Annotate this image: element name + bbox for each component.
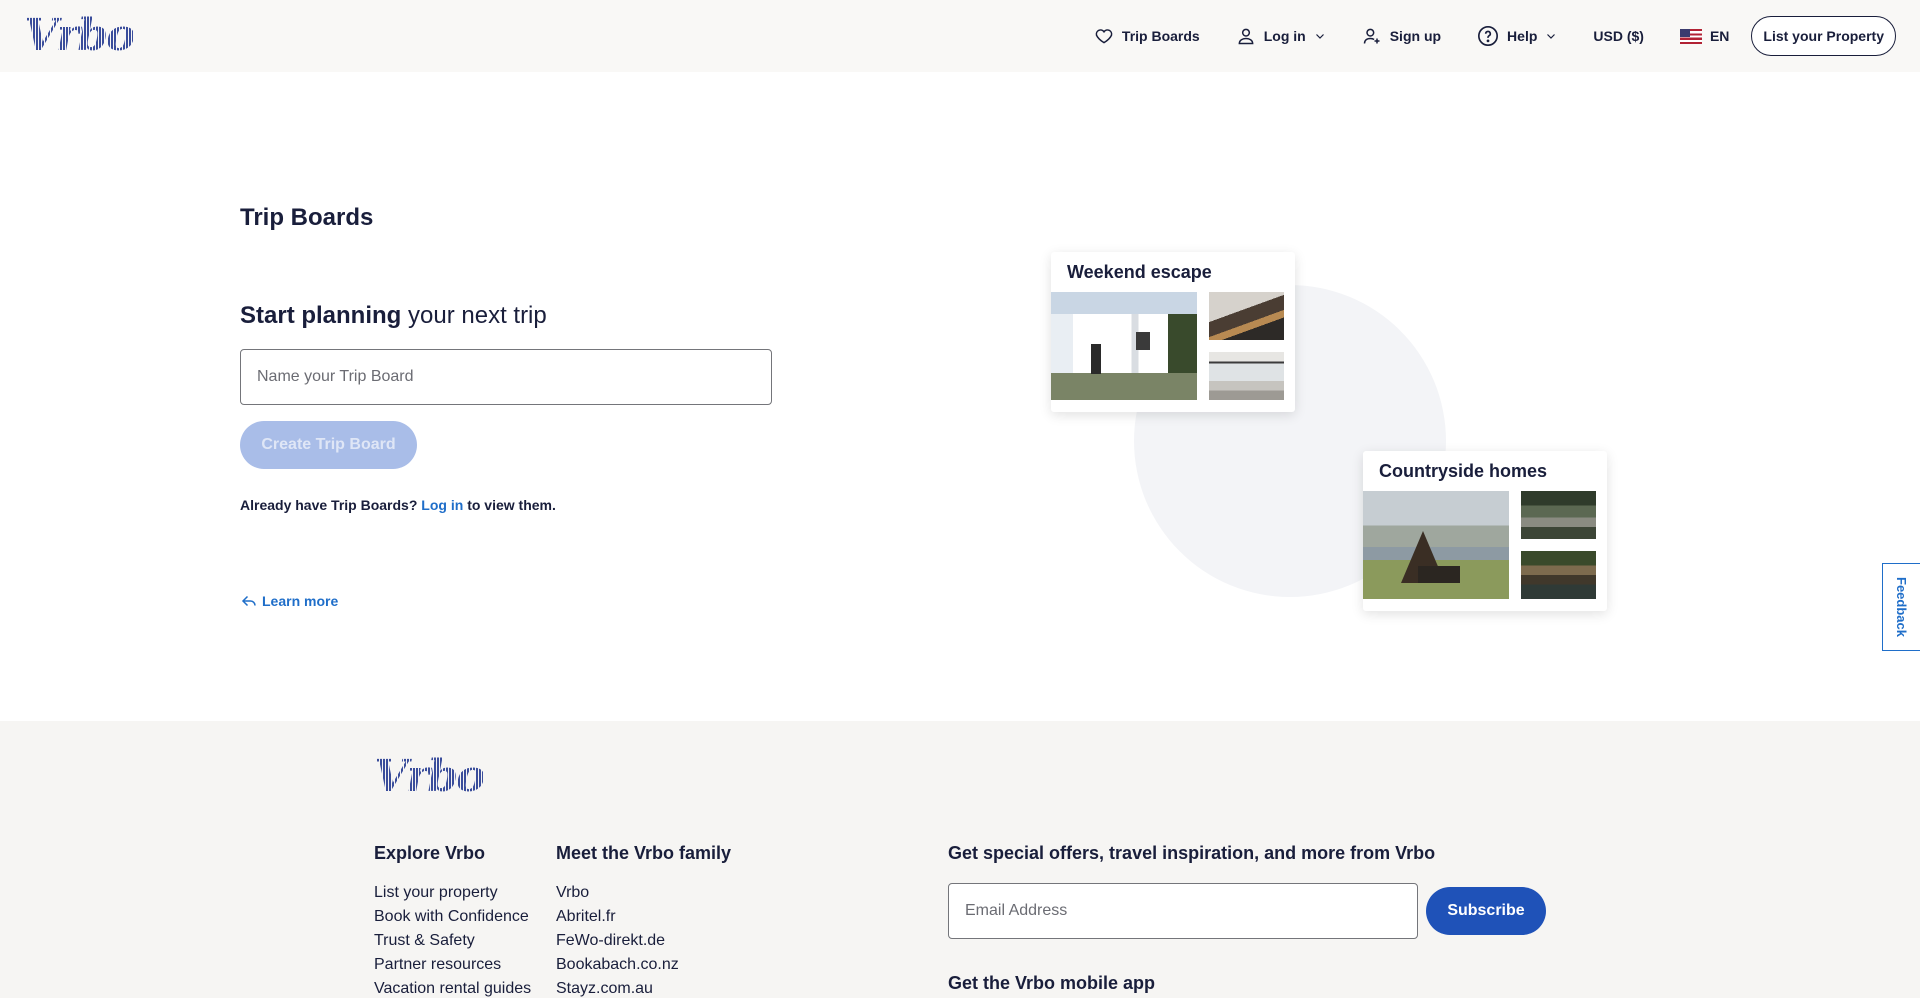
explore-vrbo-column: Explore Vrbo List your property Book wit… [374,843,531,998]
nav-help-label: Help [1507,28,1538,44]
a-frame-cabin-image [1363,491,1509,599]
vrbo-logo[interactable]: Vrbo [24,14,135,58]
feedback-tab[interactable]: Feedback [1882,563,1920,651]
already-have-boards-text: Already have Trip Boards? Log in to view… [240,497,556,513]
footer-link[interactable]: Vacation rental guides [374,977,531,998]
nav-log-in[interactable]: Log in [1236,26,1326,46]
log-in-link[interactable]: Log in [421,497,463,513]
chevron-down-icon [1315,34,1324,39]
footer-link[interactable]: Book with Confidence [374,905,531,929]
vrbo-family-column: Meet the Vrbo family Vrbo Abritel.fr FeW… [556,843,731,998]
plan-heading-rest: your next trip [401,302,547,329]
explore-heading: Explore Vrbo [374,843,486,863]
nav-sign-up-label: Sign up [1389,28,1442,44]
garden-pond-image [1521,551,1596,599]
top-header: Vrbo Trip Boards Log in Sign up Help USD… [0,0,1920,72]
us-flag-icon [1679,28,1702,44]
living-room-image [1209,352,1284,400]
trip-board-name-input[interactable] [240,349,772,405]
email-address-input[interactable] [948,883,1418,939]
newsletter-section: Get special offers, travel inspiration, … [948,843,1435,864]
nav-log-in-label: Log in [1263,28,1306,44]
footer-link[interactable]: Bookabach.co.nz [556,953,731,977]
list-your-property-button[interactable]: List your Property [1751,16,1896,56]
weekend-escape-board-card: Weekend escape [1051,252,1295,412]
help-circle-icon [1478,26,1499,46]
nav-trip-boards[interactable]: Trip Boards [1094,26,1200,46]
vrbo-logo[interactable]: Vrbo [374,755,485,799]
board-title: Weekend escape [1067,262,1212,282]
top-nav: Trip Boards Log in Sign up Help USD ($) … [1058,0,1896,72]
nav-language-label: EN [1709,28,1730,44]
nav-language[interactable]: EN [1679,28,1730,44]
newsletter-heading: Get special offers, travel inspiration, … [948,843,1436,863]
footer-link[interactable]: Partner resources [374,953,531,977]
nav-sign-up[interactable]: Sign up [1362,26,1441,46]
learn-more-label: Learn more [262,593,339,609]
footer-link[interactable]: Vrbo [556,881,731,905]
footer-link[interactable]: Abritel.fr [556,905,731,929]
create-trip-board-button[interactable]: Create Trip Board [240,421,417,469]
already-suffix: to view them. [467,497,556,513]
add-user-icon [1363,28,1380,44]
nav-currency[interactable]: USD ($) [1593,28,1644,44]
mobile-app-heading: Get the Vrbo mobile app [948,973,1156,993]
subscribe-button[interactable]: Subscribe [1426,887,1546,935]
garden-patio-image [1521,491,1596,539]
footer-link[interactable]: FeWo-direkt.de [556,929,731,953]
board-title: Countryside homes [1379,461,1548,481]
modern-white-house-image [1051,292,1197,400]
heart-icon [1095,29,1113,44]
nav-currency-label: USD ($) [1593,28,1644,44]
nav-help[interactable]: Help [1477,25,1557,47]
plan-heading-bold: Start planning [240,302,402,329]
user-icon [1238,28,1254,45]
feedback-label: Feedback [1894,577,1909,637]
nav-trip-boards-label: Trip Boards [1121,28,1200,44]
family-heading: Meet the Vrbo family [556,843,732,863]
plan-heading: Start planning your next trip [240,302,547,330]
interior-stairs-image [1209,292,1284,340]
already-prefix: Already have Trip Boards? [240,497,418,513]
footer-link[interactable]: List your property [374,881,531,905]
learn-more-link[interactable]: Learn more [240,592,338,610]
footer-link[interactable]: Stayz.com.au [556,977,731,998]
page-title: Trip Boards [240,204,374,231]
share-icon [241,595,256,607]
countryside-homes-board-card: Countryside homes [1363,451,1607,611]
chevron-down-icon [1547,34,1556,39]
footer-link[interactable]: Trust & Safety [374,929,531,953]
footer-logo-wrap: Vrbo [374,755,485,799]
footer: Vrbo Explore Vrbo List your property Boo… [0,721,1920,998]
